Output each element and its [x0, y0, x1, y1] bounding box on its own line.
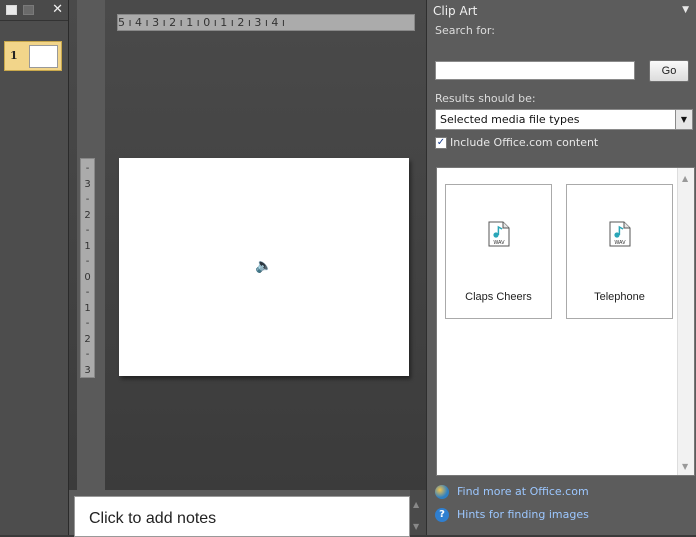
vertical-ruler-mark: 1 — [84, 302, 91, 314]
clip-result[interactable]: WAV Claps Cheers — [445, 184, 552, 319]
slides-tab-icon[interactable] — [6, 5, 17, 15]
vertical-ruler-marks: -3-2-1-0-1-2-3- — [82, 161, 93, 377]
slide-canvas[interactable]: 🔈 — [119, 158, 409, 376]
clip-label: Claps Cheers — [465, 291, 532, 303]
vertical-ruler-mark: - — [85, 287, 90, 298]
chevron-down-icon[interactable]: ▼ — [675, 110, 692, 129]
media-type-dropdown[interactable]: Selected media file types ▼ — [435, 109, 693, 130]
notes-pane: Click to add notes — [69, 490, 414, 537]
media-type-value: Selected media file types — [440, 113, 580, 126]
vertical-ruler-mark: 2 — [84, 209, 91, 221]
find-more-label[interactable]: Find more at Office.com — [457, 485, 589, 498]
slide-thumbnail[interactable]: 1 — [4, 41, 62, 71]
notes-placeholder[interactable]: Click to add notes — [89, 510, 216, 528]
vertical-ruler-mark: - — [85, 225, 90, 236]
pane-title: Clip Art — [433, 4, 478, 18]
include-office-checkbox[interactable]: ✓ — [435, 137, 447, 149]
pane-options-icon[interactable]: ▼ — [682, 5, 689, 15]
clip-result[interactable]: WAV Telephone — [566, 184, 673, 319]
thumbnail-pane-tabs: ✕ — [0, 0, 68, 21]
slide-number: 1 — [10, 49, 18, 62]
results-list: WAV Claps Cheers WAV Telephone ▲ ▼ — [436, 167, 695, 476]
vertical-ruler-mark: 3 — [84, 364, 91, 376]
wav-file-icon: WAV — [488, 221, 510, 247]
vertical-ruler-mark: 1 — [84, 240, 91, 252]
go-button[interactable]: Go — [649, 60, 689, 82]
scroll-down-icon[interactable]: ▼ — [413, 522, 419, 531]
vertical-ruler: -3-2-1-0-1-2-3- — [80, 158, 95, 378]
scroll-up-icon[interactable]: ▲ — [682, 174, 688, 183]
close-pane-icon[interactable]: ✕ — [52, 2, 63, 17]
outline-tab-icon[interactable] — [23, 5, 34, 15]
vertical-ruler-mark: - — [85, 349, 90, 360]
clip-label: Telephone — [594, 291, 645, 303]
scroll-up-icon[interactable]: ▲ — [413, 500, 419, 509]
vertical-ruler-mark: - — [85, 194, 90, 205]
slide-thumbnail-preview[interactable] — [29, 45, 58, 68]
vertical-ruler-mark: 3 — [84, 178, 91, 190]
vertical-ruler-mark: - — [85, 256, 90, 267]
slide-editor: 5 ı 4 ı 3 ı 2 ı 1 ı 0 ı 1 ı 2 ı 3 ı 4 ı … — [69, 0, 426, 490]
sound-icon[interactable]: 🔈 — [255, 258, 272, 274]
include-office-label[interactable]: Include Office.com content — [450, 136, 598, 149]
slide-thumbnail-pane: ✕ 1 — [0, 0, 69, 535]
horizontal-ruler: 5 ı 4 ı 3 ı 2 ı 1 ı 0 ı 1 ı 2 ı 3 ı 4 ı — [117, 14, 415, 31]
vertical-ruler-mark: - — [85, 163, 90, 174]
hints-label[interactable]: Hints for finding images — [457, 508, 589, 521]
clip-art-pane: Clip Art ▼ Search for: Go Results should… — [426, 0, 696, 535]
wav-file-icon: WAV — [609, 221, 631, 247]
scroll-down-icon[interactable]: ▼ — [682, 462, 688, 471]
vertical-ruler-mark: - — [85, 318, 90, 329]
help-icon: ? — [435, 508, 449, 522]
search-label: Search for: — [435, 24, 495, 37]
vertical-ruler-mark: 0 — [84, 271, 91, 283]
globe-icon — [435, 485, 449, 499]
results-label: Results should be: — [435, 92, 536, 105]
search-input[interactable] — [435, 61, 635, 80]
svg-text:WAV: WAV — [493, 240, 505, 246]
notes-scrollbar[interactable]: ▲ ▼ — [410, 490, 426, 535]
results-scrollbar[interactable]: ▲ ▼ — [677, 168, 694, 475]
vertical-ruler-mark: 2 — [84, 333, 91, 345]
horizontal-ruler-marks: 5 ı 4 ı 3 ı 2 ı 1 ı 0 ı 1 ı 2 ı 3 ı 4 ı — [118, 16, 285, 29]
svg-text:WAV: WAV — [614, 240, 626, 246]
notes-box[interactable]: Click to add notes — [74, 496, 410, 537]
